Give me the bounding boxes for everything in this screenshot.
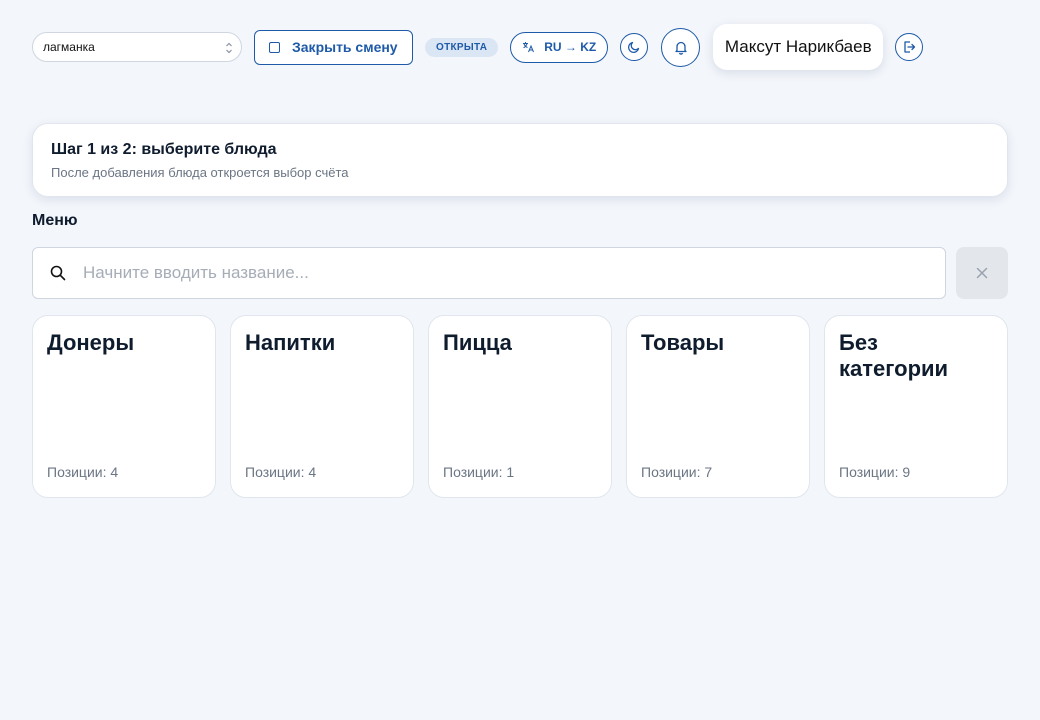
category-card[interactable]: Товары Позиции: 7 — [626, 315, 810, 498]
location-select[interactable]: лагманка — [32, 32, 242, 62]
logout-icon — [904, 41, 916, 53]
category-grid: Донеры Позиции: 4 Напитки Позиции: 4 Пиц… — [32, 315, 1008, 498]
location-select-value: лагманка — [43, 40, 95, 54]
menu-heading: Меню — [32, 212, 78, 229]
category-count: Позиции: 4 — [47, 464, 119, 480]
language-toggle-button[interactable]: RU → KZ — [510, 31, 609, 63]
search-field[interactable] — [32, 247, 946, 299]
close-icon — [976, 267, 988, 279]
category-count: Позиции: 9 — [839, 464, 911, 480]
category-card[interactable]: Донеры Позиции: 4 — [32, 315, 216, 498]
category-name: Донеры — [47, 330, 135, 355]
notifications-button[interactable] — [661, 27, 701, 67]
logout-button[interactable] — [895, 33, 924, 61]
close-shift-button[interactable]: Закрыть смену — [254, 29, 413, 65]
chevron-updown-icon — [226, 42, 232, 54]
clear-search-button[interactable] — [956, 247, 1008, 299]
category-card[interactable]: Пицца Позиции: 1 — [428, 315, 612, 498]
top-toolbar: лагманка Закрыть смену ОТКРЫТА RU → KZ М… — [32, 24, 924, 70]
category-card[interactable]: Напитки Позиции: 4 — [230, 315, 414, 498]
category-count: Позиции: 4 — [245, 464, 317, 480]
category-name: Товары — [641, 330, 725, 355]
theme-toggle-button[interactable] — [620, 33, 649, 61]
bell-icon — [675, 41, 687, 55]
step-subtitle: После добавления блюда откроется выбор с… — [51, 165, 349, 180]
search-icon — [50, 265, 66, 281]
moon-icon — [628, 41, 640, 54]
category-card[interactable]: Без категории Позиции: 9 — [824, 315, 1008, 498]
translate-icon — [523, 42, 535, 53]
category-count: Позиции: 7 — [641, 464, 713, 480]
category-name: Напитки — [245, 330, 336, 355]
close-shift-label: Закрыть смену — [292, 39, 398, 55]
shift-status-badge: ОТКРЫТА — [425, 37, 499, 57]
square-icon — [269, 41, 280, 53]
step-indicator-card: Шаг 1 из 2: выберите блюда После добавле… — [32, 123, 1008, 197]
category-count: Позиции: 1 — [443, 464, 515, 480]
category-name: Без категории — [839, 330, 949, 381]
step-title: Шаг 1 из 2: выберите блюда — [51, 141, 277, 158]
language-label: RU → KZ — [544, 40, 597, 54]
user-name-pill[interactable]: Максут Нарикбаев — [713, 24, 884, 70]
search-input[interactable] — [83, 263, 903, 283]
category-name: Пицца — [443, 330, 512, 355]
